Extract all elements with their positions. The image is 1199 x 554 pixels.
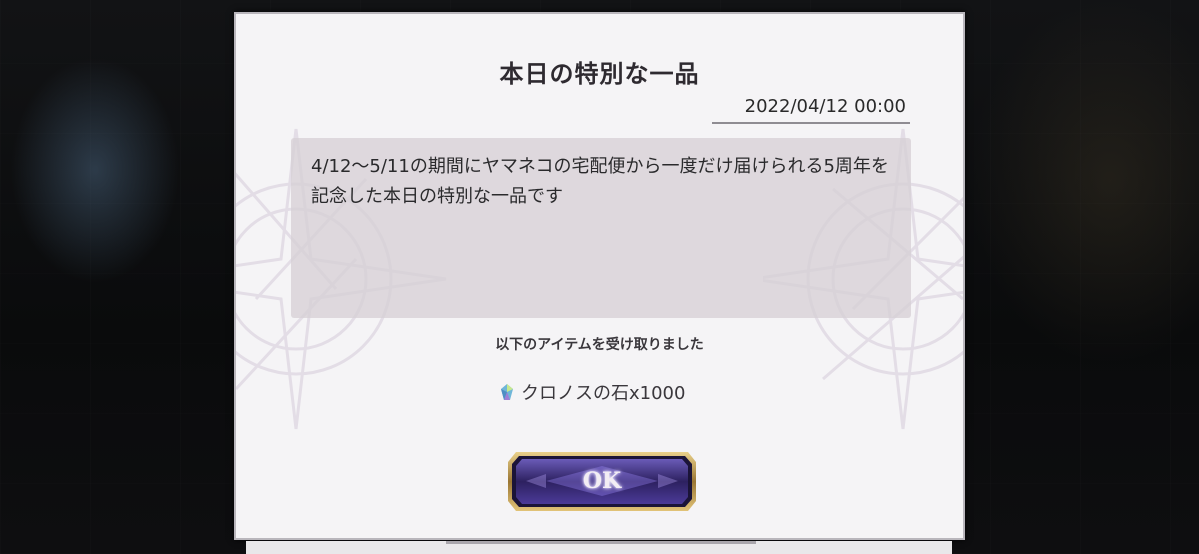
- received-items-label: 以下のアイテムを受け取りました: [495, 337, 704, 353]
- message-panel: 4/12～5/11の期間にヤマネコの宅配便から一度だけ届けられる5周年を記念した…: [291, 138, 911, 318]
- underlying-panel-edge: [246, 541, 952, 554]
- dialog-title: 本日の特別な一品: [499, 59, 700, 88]
- date-underline: [712, 122, 910, 124]
- date-timestamp: 2022/04/12 00:00: [744, 96, 906, 117]
- ok-button[interactable]: OK: [506, 450, 698, 513]
- reward-item: クロノスの石x1000: [500, 380, 685, 404]
- ok-button-label: OK: [582, 468, 622, 494]
- underlying-panel-bar: [446, 541, 756, 544]
- reward-dialog: 本日の特別な一品 2022/04/12 00:00 4/12～5/11の期間にヤ…: [234, 12, 965, 540]
- reward-item-name: クロノスの石x1000: [521, 383, 686, 404]
- message-text: 4/12～5/11の期間にヤマネコの宅配便から一度だけ届けられる5周年を記念した…: [311, 156, 889, 207]
- chronos-stone-icon: [501, 384, 513, 400]
